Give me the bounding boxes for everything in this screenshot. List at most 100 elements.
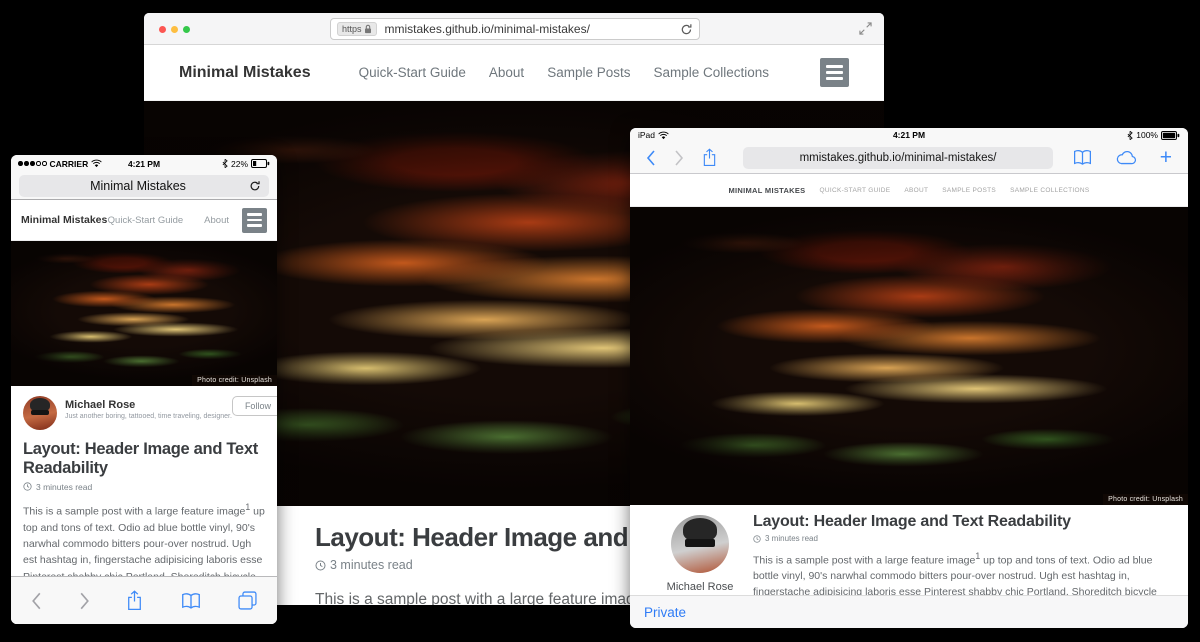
read-time: 3 minutes read	[36, 482, 92, 492]
minimize-window-button[interactable]	[171, 26, 178, 33]
iphone-url-bar: Minimal Mistakes	[11, 172, 277, 200]
site-title-link[interactable]: Minimal Mistakes	[21, 214, 107, 226]
zoom-window-button[interactable]	[183, 26, 190, 33]
author-block: Michael Rose Just another boring, tattoo…	[648, 515, 752, 606]
private-button[interactable]: Private	[644, 605, 686, 620]
battery-icon	[251, 159, 270, 168]
icloud-tabs-button[interactable]	[1115, 150, 1138, 165]
photo-credit: Photo credit: Unsplash	[192, 375, 277, 386]
battery-percent: 22%	[231, 159, 248, 169]
avatar	[671, 515, 729, 573]
book-icon	[1072, 149, 1093, 166]
read-time: 3 minutes read	[330, 558, 413, 572]
paragraph-text: This is a sample post with a large featu…	[753, 555, 975, 567]
nav-sample-posts[interactable]: SAMPLE POSTS	[942, 187, 996, 194]
back-button[interactable]	[646, 150, 656, 166]
chevron-right-icon	[674, 150, 684, 166]
chevron-left-icon	[646, 150, 656, 166]
clock-icon	[23, 482, 32, 491]
reload-button[interactable]	[680, 23, 693, 36]
bookmarks-button[interactable]	[1072, 149, 1093, 166]
paragraph-text: This is a sample post with a large featu…	[23, 505, 245, 517]
author-name: Michael Rose	[65, 399, 232, 411]
nav-quick-start-guide[interactable]: QUICK-START GUIDE	[820, 187, 891, 194]
device-label: iPad	[638, 130, 655, 140]
share-button[interactable]	[702, 148, 717, 167]
ipad-safari-window: iPad 4:21 PM 100%	[630, 128, 1188, 628]
clock-icon	[315, 560, 326, 571]
share-icon	[126, 590, 143, 611]
menu-button[interactable]	[242, 208, 267, 233]
read-time: 3 minutes read	[765, 534, 818, 543]
new-tab-button[interactable]: +	[1160, 147, 1172, 168]
nav-sample-posts[interactable]: Sample Posts	[547, 65, 630, 80]
bluetooth-icon	[1127, 131, 1133, 140]
clock-icon	[753, 535, 761, 543]
hamburger-icon	[247, 213, 262, 216]
author-bio: Just another boring, tattooed, time trav…	[65, 413, 232, 420]
post-meta: 3 minutes read	[23, 482, 265, 492]
safari-toolbar: mmistakes.github.io/minimal-mistakes/ +	[630, 142, 1188, 174]
https-label: https	[342, 24, 362, 34]
address-field[interactable]: mmistakes.github.io/minimal-mistakes/	[743, 147, 1053, 169]
nav-sample-collections[interactable]: SAMPLE COLLECTIONS	[1010, 187, 1089, 194]
status-time: 4:21 PM	[630, 130, 1188, 140]
share-button[interactable]	[126, 590, 143, 611]
wifi-icon	[658, 131, 669, 140]
browser-toolbar: https mmistakes.github.io/minimal-mistak…	[144, 13, 884, 45]
https-badge: https	[337, 22, 377, 36]
tabs-button[interactable]	[238, 591, 257, 610]
forward-button[interactable]	[79, 592, 90, 610]
address-field[interactable]: Minimal Mistakes	[19, 175, 269, 197]
site-title-link[interactable]: Minimal Mistakes	[179, 64, 311, 82]
author-name: Michael Rose	[648, 581, 752, 593]
close-window-button[interactable]	[159, 26, 166, 33]
site-masthead: Minimal Mistakes Quick-Start Guide About…	[144, 45, 884, 101]
address-bar[interactable]: https mmistakes.github.io/minimal-mistak…	[330, 18, 700, 40]
composite-canvas: https mmistakes.github.io/minimal-mistak…	[0, 0, 1200, 642]
hamburger-icon	[826, 65, 843, 68]
site-masthead: Minimal Mistakes Quick-Start Guide About	[11, 200, 277, 241]
site-masthead: MINIMAL MISTAKES QUICK-START GUIDE ABOUT…	[630, 174, 1188, 207]
private-browsing-bar: Private	[630, 595, 1188, 628]
ipad-status-bar: iPad 4:21 PM 100%	[630, 128, 1188, 142]
post-title: Layout: Header Image and Text Readabilit…	[23, 440, 265, 479]
window-controls	[159, 26, 190, 33]
tabs-icon	[238, 591, 257, 610]
reload-icon	[680, 23, 693, 36]
post-content: Michael Rose Just another boring, tattoo…	[630, 505, 1188, 595]
nav-quick-start-guide[interactable]: Quick-Start Guide	[359, 65, 466, 80]
cloud-icon	[1115, 150, 1138, 165]
back-button[interactable]	[31, 592, 42, 610]
battery-percent: 100%	[1136, 130, 1158, 140]
nav-quick-start-guide[interactable]: Quick-Start Guide	[108, 215, 184, 226]
url-text: mmistakes.github.io/minimal-mistakes/	[385, 22, 680, 36]
battery-icon	[1161, 131, 1180, 140]
reload-icon	[249, 180, 261, 192]
reload-button[interactable]	[249, 180, 261, 192]
bookmarks-button[interactable]	[180, 592, 202, 610]
site-title-link[interactable]: MINIMAL MISTAKES	[728, 186, 805, 195]
nav-about[interactable]: About	[489, 65, 524, 80]
follow-button[interactable]: Follow	[232, 396, 277, 416]
feature-image: Photo credit: Unsplash	[11, 241, 277, 386]
fullscreen-button[interactable]	[859, 22, 872, 35]
paragraph-text: This is a sample post with a large featu…	[315, 591, 643, 605]
safari-bottom-toolbar	[11, 576, 277, 624]
expand-icon	[859, 22, 872, 35]
nav-sample-collections[interactable]: Sample Collections	[653, 65, 769, 80]
iphone-status-bar: CARRIER 4:21 PM 22%	[11, 155, 277, 172]
avatar	[23, 396, 57, 430]
menu-button[interactable]	[820, 58, 849, 87]
forward-button[interactable]	[674, 150, 684, 166]
share-icon	[702, 148, 717, 167]
iphone-safari-window: CARRIER 4:21 PM 22% Minim	[11, 155, 277, 624]
nav-about[interactable]: About	[204, 215, 229, 226]
photo-credit: Photo credit: Unsplash	[1103, 494, 1188, 505]
post-title: Layout: Header Image and Text Readabilit…	[753, 513, 1168, 531]
post-meta: 3 minutes read	[753, 534, 1168, 543]
author-block: Michael Rose Just another boring, tattoo…	[23, 396, 265, 430]
nav-about[interactable]: ABOUT	[904, 187, 928, 194]
chevron-right-icon	[79, 592, 90, 610]
lock-icon	[364, 24, 372, 34]
